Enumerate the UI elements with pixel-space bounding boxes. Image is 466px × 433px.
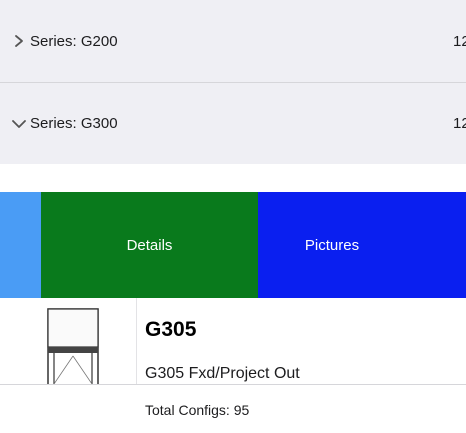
series-row-g300[interactable]: Series: G300 12 [0,83,466,164]
series-label: Series: G300 [30,115,118,132]
series-label: Series: G200 [30,32,118,50]
chevron-right-icon [15,35,23,47]
total-configs-label: Total Configs: 95 [145,402,250,418]
footer: Total Configs: 95 [0,385,466,433]
product-description: G305 Fxd/Project Out [145,365,300,382]
pictures-label: Pictures [304,236,360,254]
series-count: 12 [453,115,466,132]
swipe-action-bar: Details Pictures [0,192,466,298]
series-count: 12 [453,32,466,50]
swipe-edge-indicator [0,192,41,298]
pictures-button[interactable]: Pictures [258,192,466,298]
details-button[interactable]: Details [41,192,258,298]
product-browser-screen: Series: G200 12 Series: G300 12 Details … [0,0,466,433]
chevron-down-icon [12,119,26,128]
thumbnail-column [0,298,137,384]
product-cell-g305[interactable]: G305 G305 Fxd/Project Out [0,298,466,384]
window-thumbnail-icon [47,308,99,384]
product-name: G305 [145,318,197,341]
details-label: Details [126,236,173,254]
series-row-g200[interactable]: Series: G200 12 [0,0,466,82]
